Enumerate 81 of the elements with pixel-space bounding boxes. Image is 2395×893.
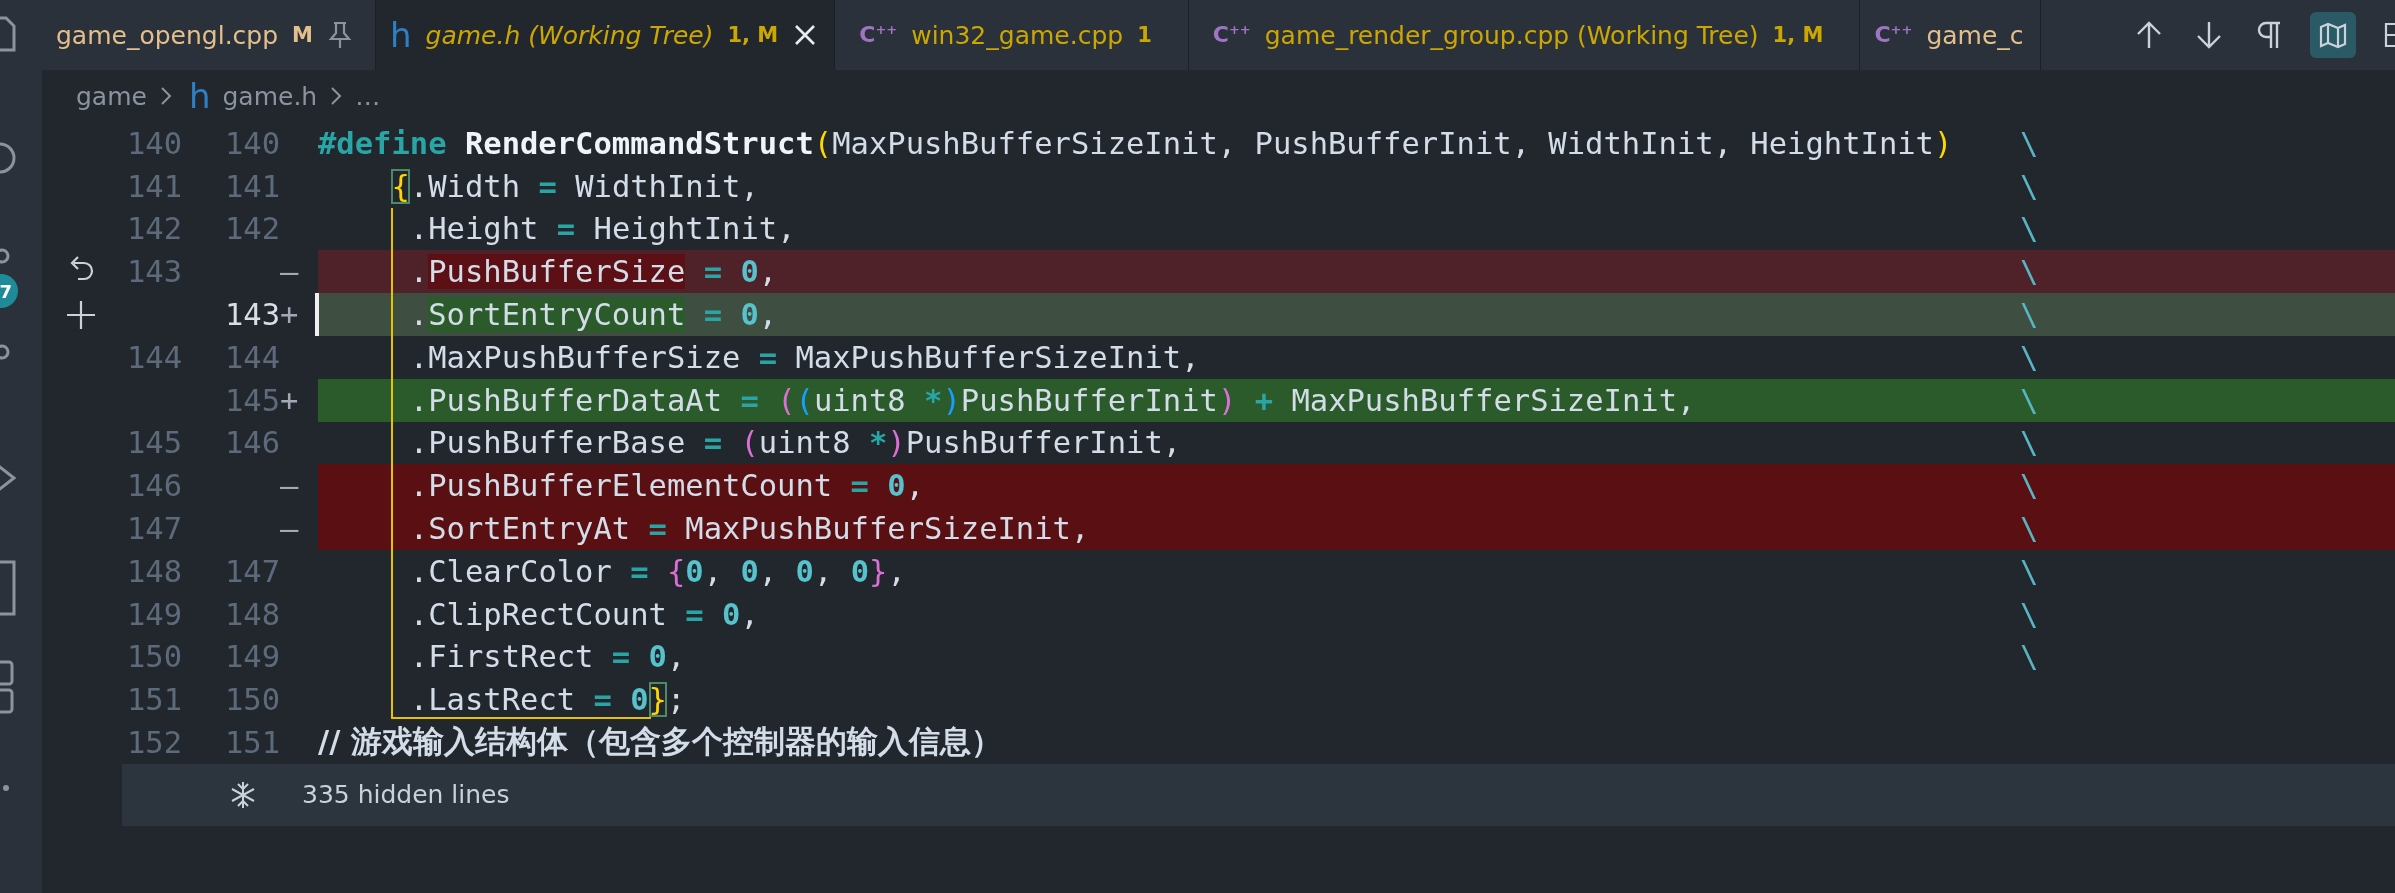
code-line: .SortEntryAt = MaxPushBufferSizeInit, xyxy=(409,511,1090,547)
line-number: 141 xyxy=(225,168,281,204)
line-number: 147 xyxy=(126,511,182,547)
code-line: .LastRect = 0}; xyxy=(409,682,686,718)
line-continuation: \ xyxy=(2020,125,2039,161)
line-continuation: \ xyxy=(2020,254,2039,290)
line-continuation: \ xyxy=(2020,382,2039,418)
line-number: 145 xyxy=(225,382,281,418)
line-number: 148 xyxy=(126,553,182,589)
breadcrumb-item[interactable]: game xyxy=(76,81,147,111)
tab-label: game_c xyxy=(1926,20,2024,50)
line-number: 149 xyxy=(126,596,182,632)
tab-label: win32_game.cpp xyxy=(911,20,1124,50)
code-comment: // 游戏输入结构体（包含多个控制器的输入信息） xyxy=(318,723,1002,762)
notification-badge: 7 xyxy=(0,274,18,308)
file-type-icon: C$^{++}$ xyxy=(1212,22,1251,48)
line-number: 140 xyxy=(225,125,281,161)
line-continuation: \ xyxy=(2020,297,2039,333)
added-marker: + xyxy=(280,382,299,418)
line-number: 150 xyxy=(225,682,281,718)
editor-tab[interactable]: h game.h (Working Tree) 1, M xyxy=(375,0,836,70)
line-continuation: \ xyxy=(2020,596,2039,632)
status-label: 1, M xyxy=(727,23,779,47)
line-continuation: \ xyxy=(2020,425,2039,461)
removed-marker: — xyxy=(280,468,299,504)
code-line: .FirstRect = 0, xyxy=(409,639,686,675)
tab-label: game.h (Working Tree) xyxy=(425,20,714,50)
tab-label: game_opengl.cpp xyxy=(56,20,279,50)
file-type-icon: C$^{++}$ xyxy=(859,22,898,48)
line-continuation: \ xyxy=(2020,211,2039,247)
code-line: {.Width = WidthInit, xyxy=(391,168,759,204)
line-number: 145 xyxy=(126,425,182,461)
status-label: 1, M xyxy=(1772,23,1824,47)
line-number: 143 xyxy=(126,254,182,290)
chevron-icon xyxy=(329,85,344,107)
line-number: 150 xyxy=(126,639,182,675)
code-line: .PushBufferElementCount = 0, xyxy=(409,468,925,504)
line-continuation: \ xyxy=(2020,468,2039,504)
map-icon[interactable] xyxy=(2310,12,2356,58)
line-number: 152 xyxy=(126,725,182,761)
line-number: 149 xyxy=(225,639,281,675)
code-line: #define RenderCommandStruct(MaxPushBufferSizeInit, PushBufferInit, WidthInit, HeightInit) xyxy=(318,125,1953,161)
status-label: 1 xyxy=(1137,23,1152,47)
folded-region-bar[interactable]: 335 hidden lines xyxy=(122,763,2395,826)
line-continuation: \ xyxy=(2020,339,2039,375)
code-line: .PushBufferDataAt = ((uint8 *)PushBufferInit) + MaxPushBufferSizeInit, xyxy=(409,382,1696,418)
removed-marker: — xyxy=(280,254,299,290)
status-label: M xyxy=(292,23,313,47)
file-type-icon: h xyxy=(389,18,412,52)
line-number: 147 xyxy=(225,553,281,589)
file-type-icon: h xyxy=(188,79,211,113)
line-number: 151 xyxy=(225,725,281,761)
line-continuation: \ xyxy=(2020,511,2039,547)
line-number: 144 xyxy=(225,339,281,375)
line-number: 143 xyxy=(225,297,281,333)
line-number: 142 xyxy=(126,211,182,247)
line-number: 140 xyxy=(126,125,182,161)
line-number: 141 xyxy=(126,168,182,204)
added-marker: + xyxy=(280,297,299,333)
line-continuation: \ xyxy=(2020,168,2039,204)
line-number: 151 xyxy=(126,682,182,718)
breadcrumb-item[interactable]: … xyxy=(355,81,381,111)
line-number: 144 xyxy=(126,339,182,375)
code-line: .PushBufferBase = (uint8 *)PushBufferInit, xyxy=(409,425,1182,461)
line-continuation: \ xyxy=(2020,553,2039,589)
code-line: .ClearColor = {0, 0, 0, 0}, xyxy=(409,553,906,589)
hidden-lines-label: 335 hidden lines xyxy=(302,780,510,810)
code-line: .Height = HeightInit, xyxy=(409,211,796,247)
file-type-icon: C$^{++}$ xyxy=(1874,22,1913,48)
removed-marker: — xyxy=(280,511,299,547)
pin-icon[interactable] xyxy=(326,20,353,50)
line-continuation: \ xyxy=(2020,639,2039,675)
chevron-icon xyxy=(158,85,173,107)
line-number: 142 xyxy=(225,211,281,247)
code-line: .ClipRectCount = 0, xyxy=(409,596,759,632)
breadcrumb-item[interactable]: game.h xyxy=(222,81,318,111)
line-number: 146 xyxy=(126,468,182,504)
line-number: 146 xyxy=(225,425,281,461)
code-line: .MaxPushBufferSize = MaxPushBufferSizeInit, xyxy=(409,339,1200,375)
tab-label: game_render_group.cpp (Working Tree) xyxy=(1264,20,1759,50)
line-number: 148 xyxy=(225,596,281,632)
